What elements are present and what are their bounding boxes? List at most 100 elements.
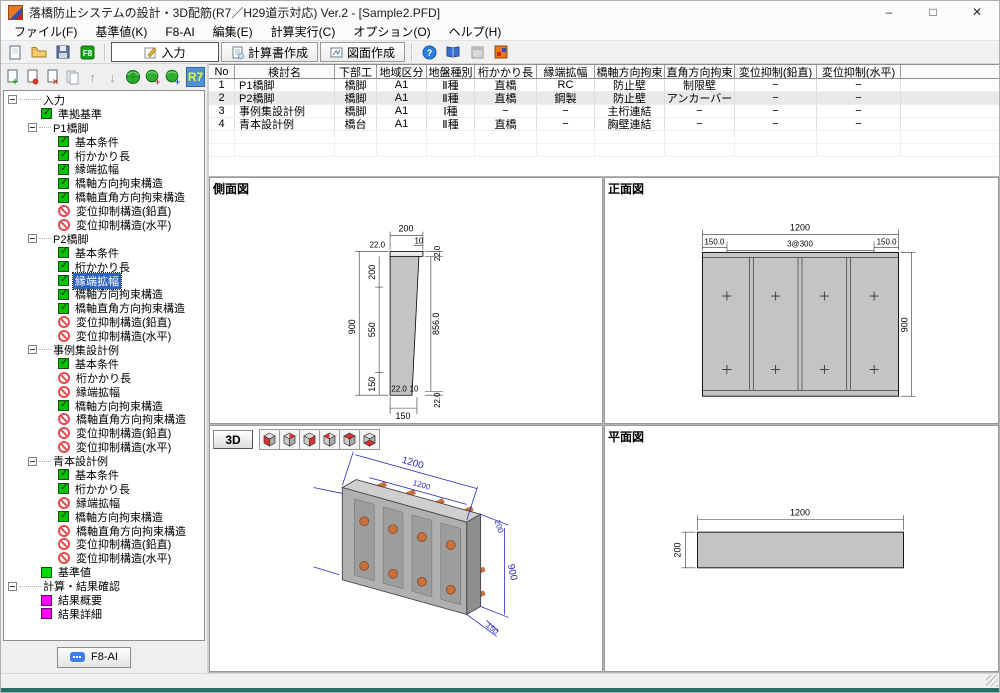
f8-icon[interactable]: F8 xyxy=(76,42,98,62)
move-down-button[interactable]: ↓ xyxy=(103,67,122,87)
save-icon[interactable] xyxy=(52,42,74,62)
tree-item[interactable]: 結果概要 xyxy=(4,593,204,607)
table-header-cell[interactable]: 縁端拡幅 xyxy=(537,65,595,78)
expander-icon[interactable] xyxy=(8,95,17,104)
tree-item[interactable]: 変位抑制構造(水平) xyxy=(4,218,204,232)
move-up-button[interactable]: ↑ xyxy=(83,67,102,87)
minimize-button[interactable]: – xyxy=(867,1,911,23)
expander-icon[interactable] xyxy=(28,457,37,466)
globe-add-red-button[interactable]: + xyxy=(143,67,162,87)
menu-item[interactable]: 計算実行(C) xyxy=(262,22,345,41)
page-delete-button[interactable]: × xyxy=(43,67,62,87)
expander-icon[interactable] xyxy=(28,345,37,354)
tree-item[interactable]: 基本条件 xyxy=(4,468,204,482)
tree-item[interactable]: 基本条件 xyxy=(4,357,204,371)
table-header-cell[interactable]: 変位抑制(水平) xyxy=(817,65,901,78)
maximize-button[interactable]: □ xyxy=(911,1,955,23)
menu-item[interactable]: ファイル(F) xyxy=(5,22,86,41)
tree-item[interactable]: 橋軸方向拘束構造 xyxy=(4,510,204,524)
tree-item[interactable]: 基本条件 xyxy=(4,135,204,149)
tree-item[interactable]: 入力 xyxy=(4,93,204,107)
tree-item[interactable]: 変位抑制構造(水平) xyxy=(4,551,204,565)
tree-item[interactable]: 縁端拡幅 xyxy=(4,385,204,399)
help-button[interactable]: ? xyxy=(418,42,440,62)
cube-top-right-face-button[interactable] xyxy=(279,429,300,450)
tree-item[interactable]: 橋軸方向拘束構造 xyxy=(4,176,204,190)
tree-item[interactable]: 計算・結果確認 xyxy=(4,579,204,593)
expander-icon[interactable] xyxy=(28,234,37,243)
tree-item[interactable]: 青本設計例 xyxy=(4,454,204,468)
cube-top-face-button[interactable] xyxy=(339,429,360,450)
tree-item[interactable]: 縁端拡幅 xyxy=(4,496,204,510)
tree-item[interactable]: 基本条件 xyxy=(4,246,204,260)
tree-item[interactable]: 橋軸直角方向拘束構造 xyxy=(4,301,204,315)
three-d-button[interactable]: 3D xyxy=(213,430,253,449)
table-header-cell[interactable]: 直角方向拘束 xyxy=(665,65,735,78)
tree-item[interactable]: P2橋脚 xyxy=(4,232,204,246)
table-header-cell[interactable]: No xyxy=(209,65,235,78)
table-header-cell[interactable]: 桁かかり長 xyxy=(475,65,537,78)
drawing-create-button[interactable]: 図面作成 xyxy=(320,42,405,62)
tree-item[interactable]: 基準値 xyxy=(4,565,204,579)
app-logo-icon[interactable] xyxy=(490,42,512,62)
table-header-cell[interactable]: 地盤種別 xyxy=(427,65,475,78)
menu-item[interactable]: ヘルプ(H) xyxy=(440,22,511,41)
window-icon[interactable] xyxy=(466,42,488,62)
f8ai-button[interactable]: F8-AI xyxy=(57,647,131,668)
expander-icon[interactable] xyxy=(28,123,37,132)
table-row[interactable]: 3 事例集設計例 橋脚 A1 Ⅰ種 − − 主桁連結 − − − xyxy=(209,105,999,118)
close-button[interactable]: ✕ xyxy=(955,1,999,23)
tree-item[interactable]: 変位抑制構造(鉛直) xyxy=(4,315,204,329)
page-insert-button[interactable] xyxy=(23,67,42,87)
table-header-cell[interactable]: 変位抑制(鉛直) xyxy=(735,65,817,78)
resize-grip-icon[interactable] xyxy=(986,675,998,687)
expander-icon[interactable] xyxy=(8,582,17,591)
table-header-cell[interactable]: 下部工 xyxy=(335,65,377,78)
tree-item[interactable]: 変位抑制構造(水平) xyxy=(4,329,204,343)
tree-item-label[interactable]: 結果詳細 xyxy=(56,606,104,622)
report-create-button[interactable]: 計算書作成 xyxy=(221,42,318,62)
tree-item[interactable]: 変位抑制構造(鉛直) xyxy=(4,426,204,440)
globe-add-blue-button[interactable]: + xyxy=(163,67,182,87)
tree-item[interactable]: 橋軸直角方向拘束構造 xyxy=(4,524,204,538)
page-copy-button[interactable] xyxy=(63,67,82,87)
menu-item[interactable]: F8-AI xyxy=(156,24,203,40)
tree-item[interactable]: 橋軸直角方向拘束構造 xyxy=(4,412,204,426)
table-header-cell[interactable]: 橋軸方向拘束 xyxy=(595,65,665,78)
page-add-button[interactable]: + xyxy=(3,67,22,87)
tree-item[interactable]: 桁かかり長 xyxy=(4,260,204,274)
tree-item[interactable]: P1橋脚 xyxy=(4,121,204,135)
table-row[interactable]: 1 P1橋脚 橋脚 A1 Ⅱ種 直橋 RC 防止壁 制限壁 − − xyxy=(209,79,999,92)
menu-item[interactable]: 編集(E) xyxy=(204,22,262,41)
menu-item[interactable]: オプション(O) xyxy=(344,22,439,41)
table-row[interactable]: 2 P2橋脚 橋脚 A1 Ⅱ種 直橋 鋼製 防止壁 アンカーバー − − xyxy=(209,92,999,105)
tree-item[interactable]: 桁かかり長 xyxy=(4,371,204,385)
table-header-cell[interactable]: 地域区分 xyxy=(377,65,427,78)
tree-item[interactable]: 橋軸方向拘束構造 xyxy=(4,399,204,413)
tree-item[interactable]: 変位抑制構造(水平) xyxy=(4,440,204,454)
cube-bottom-face-button[interactable] xyxy=(359,429,380,450)
tree-item[interactable]: 橋軸方向拘束構造 xyxy=(4,287,204,301)
menu-item[interactable]: 基準値(K) xyxy=(86,22,156,41)
tree-item[interactable]: 変位抑制構造(鉛直) xyxy=(4,538,204,552)
tree-item[interactable]: 結果詳細 xyxy=(4,607,204,621)
table-row[interactable]: 4 青本設計例 橋台 A1 Ⅱ種 直橋 − 胸壁連結 − − − xyxy=(209,118,999,131)
cube-right-face-button[interactable] xyxy=(299,429,320,450)
open-folder-button[interactable] xyxy=(28,42,50,62)
new-file-button[interactable] xyxy=(4,42,26,62)
tree-item[interactable]: 縁端拡幅 xyxy=(4,162,204,176)
tree-item[interactable]: 桁かかり長 xyxy=(4,149,204,163)
r7-standard-button[interactable]: R7 xyxy=(186,67,205,87)
tree-item[interactable]: 事例集設計例 xyxy=(4,343,204,357)
tree-item[interactable]: 桁かかり長 xyxy=(4,482,204,496)
tree-item[interactable]: 橋軸直角方向拘束構造 xyxy=(4,190,204,204)
input-mode-button[interactable]: 入力 xyxy=(111,42,219,62)
tree-item[interactable]: 縁端拡幅 xyxy=(4,274,204,288)
tree-item[interactable]: 準拠基準 xyxy=(4,107,204,121)
table-header-cell[interactable]: 検討名 xyxy=(235,65,335,78)
f8-book-icon[interactable] xyxy=(442,42,464,62)
cube-top-left-face-button[interactable] xyxy=(319,429,340,450)
cube-left-face-button[interactable] xyxy=(259,429,280,450)
globe-button[interactable] xyxy=(123,67,142,87)
tree-item[interactable]: 変位抑制構造(鉛直) xyxy=(4,204,204,218)
